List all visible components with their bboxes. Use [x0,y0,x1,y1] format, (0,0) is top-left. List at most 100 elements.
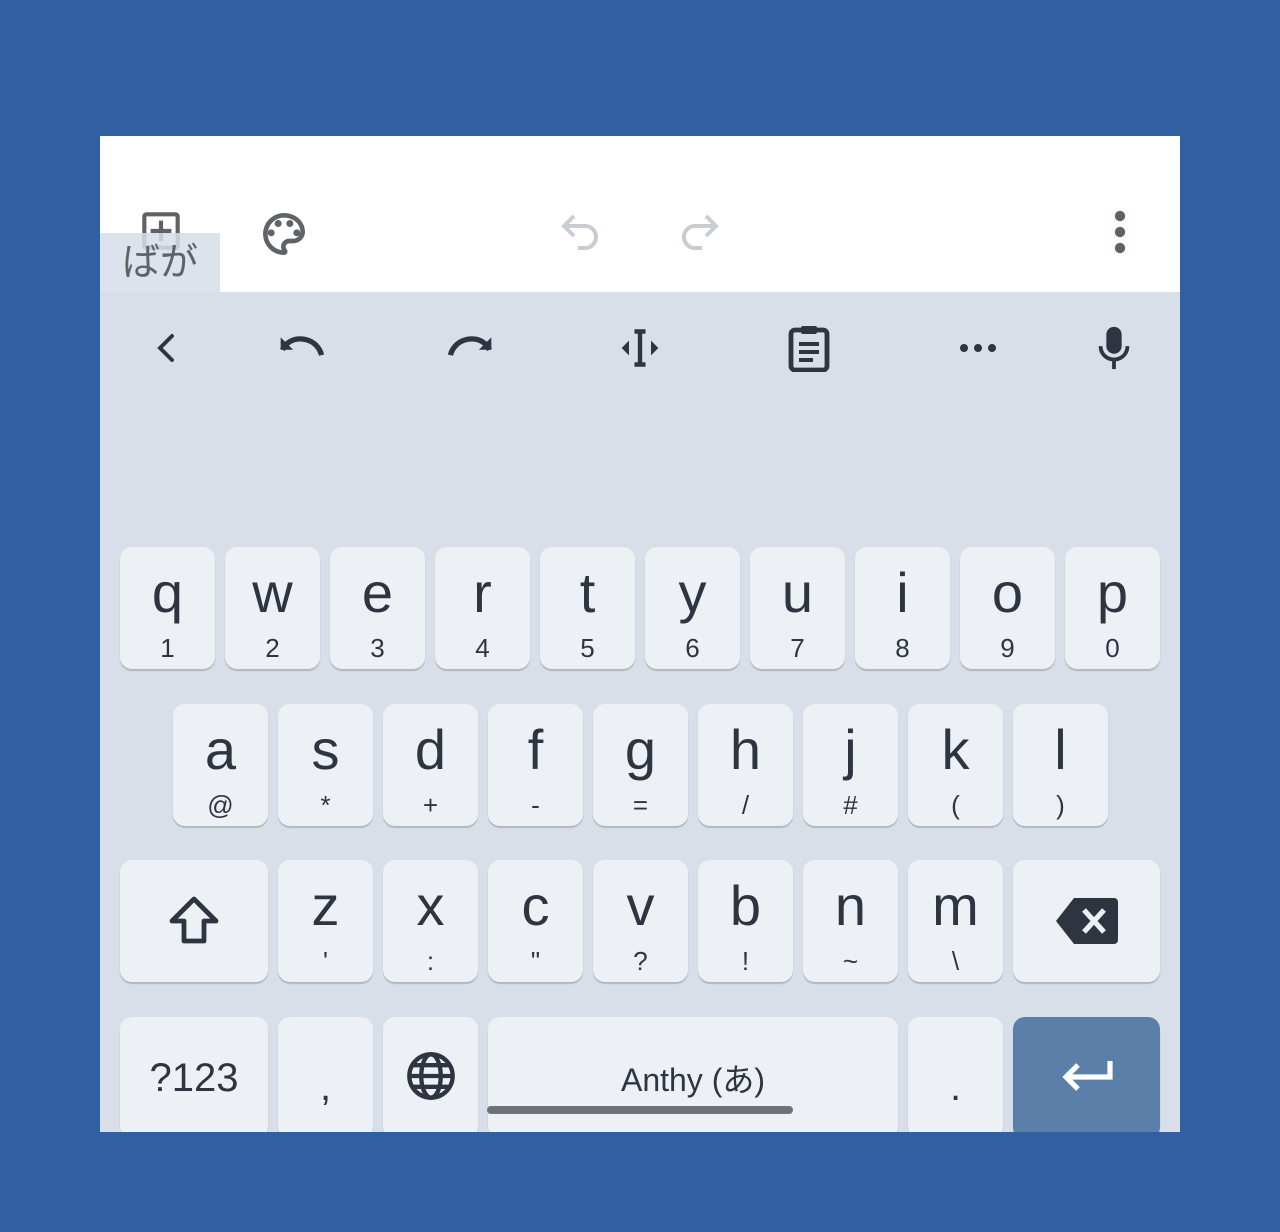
undo-icon[interactable] [272,322,332,374]
key-k[interactable]: k( [908,704,1003,826]
key-f[interactable]: f- [488,704,583,826]
key-label: g [624,718,657,781]
chevron-left-icon[interactable] [136,322,196,374]
key-e[interactable]: e3 [330,547,425,669]
key-label: x [416,874,445,937]
enter-icon [1060,1059,1114,1097]
comma-key-label: , [319,1064,332,1109]
key-hint: \ [951,946,960,976]
key-a[interactable]: a @ [173,704,268,826]
key-hint: " [530,946,541,976]
key-i[interactable]: i8 [855,547,950,669]
key-hint: = [632,790,649,820]
key-hint: ) [1056,790,1065,820]
clipboard-icon[interactable] [779,322,839,374]
key-label: m [932,874,979,937]
mic-icon[interactable] [1084,322,1144,374]
key-label: t [579,561,596,624]
key-label: j [844,718,857,781]
key-n[interactable]: n ~ [803,860,898,982]
key-j[interactable]: j # [803,704,898,826]
key-label: e [361,561,394,624]
key-g[interactable]: g = [593,704,688,826]
key-hint: * [320,790,331,820]
comma-key[interactable]: , [278,1017,373,1132]
key-label: w [252,561,293,624]
backspace-key[interactable] [1013,860,1160,982]
key-label: h [729,718,762,781]
key-hint: 8 [895,633,910,663]
key-label: y [678,561,707,624]
key-hint: 6 [685,633,700,663]
key-hint: # [843,790,858,820]
globe-icon [405,1050,457,1106]
key-q[interactable]: q1 [120,547,215,669]
key-y[interactable]: y6 [645,547,740,669]
keyboard: q1w2e3r4t5y6u7i8o9p0 a @ s * d + f - g = h / j # k(l) … [100,292,1180,1132]
key-hint: 0 [1105,633,1120,663]
key-v[interactable]: v? [593,860,688,982]
enter-key[interactable] [1013,1017,1160,1132]
key-hint: 5 [580,633,595,663]
key-w[interactable]: w2 [225,547,320,669]
key-label: p [1096,561,1129,624]
key-x[interactable]: x: [383,860,478,982]
key-h[interactable]: h / [698,704,793,826]
key-o[interactable]: o9 [960,547,1055,669]
key-d[interactable]: d + [383,704,478,826]
period-key[interactable]: . [908,1017,1003,1132]
key-hint: : [426,946,435,976]
language-switch-key[interactable] [383,1017,478,1132]
space-key-label: Anthy (あ) [620,1062,766,1098]
text-cursor-icon[interactable] [610,322,670,374]
key-m[interactable]: m \ [908,860,1003,982]
redo-icon[interactable] [676,208,724,256]
key-t[interactable]: t5 [540,547,635,669]
key-u[interactable]: u7 [750,547,845,669]
palette-icon[interactable] [256,206,312,262]
app-toolbar: ばが [100,136,1180,292]
key-c[interactable]: c " [488,860,583,982]
key-p[interactable]: p0 [1065,547,1160,669]
key-l[interactable]: l) [1013,704,1108,826]
key-hint: @ [207,790,234,820]
key-z[interactable]: z ' [278,860,373,982]
key-label: z [311,874,340,937]
redo-icon[interactable] [440,322,500,374]
space-key[interactable]: Anthy (あ) [488,1017,898,1132]
key-hint: 4 [475,633,490,663]
key-label: o [991,561,1024,624]
key-label: d [414,718,447,781]
key-hint: - [531,790,540,820]
key-hint: ~ [842,946,859,976]
symbols-key[interactable]: ?123 [120,1017,268,1132]
key-s[interactable]: s * [278,704,373,826]
key-hint: / [741,790,750,820]
key-label: s [311,718,340,781]
key-label: c [521,874,550,937]
period-key-label: . [949,1064,962,1109]
key-hint: 1 [160,633,175,663]
key-label: q [151,561,184,624]
key-label: f [527,718,544,781]
key-hint: 7 [790,633,805,663]
symbols-key-label: ?123 [149,1055,239,1100]
key-label: v [626,874,655,937]
shift-key[interactable] [120,860,268,982]
home-indicator[interactable] [487,1106,793,1114]
key-label: i [896,561,909,624]
key-b[interactable]: b! [698,860,793,982]
key-label: k [941,718,970,781]
key-hint: 2 [265,633,280,663]
key-label: r [473,561,492,624]
more-vert-icon[interactable] [1104,208,1136,256]
more-horiz-icon[interactable] [948,322,1008,374]
device-screen: ばが q 1 w 2 e 3 r 4 t 5 y 6 u 7 i 8 o 9 p… [100,136,1180,1132]
preedit-text: ばが [100,233,220,292]
key-hint: ! [741,946,750,976]
key-hint: 3 [370,633,385,663]
undo-icon[interactable] [556,208,604,256]
key-label: n [834,874,867,937]
key-label: a [204,718,237,781]
key-r[interactable]: r4 [435,547,530,669]
